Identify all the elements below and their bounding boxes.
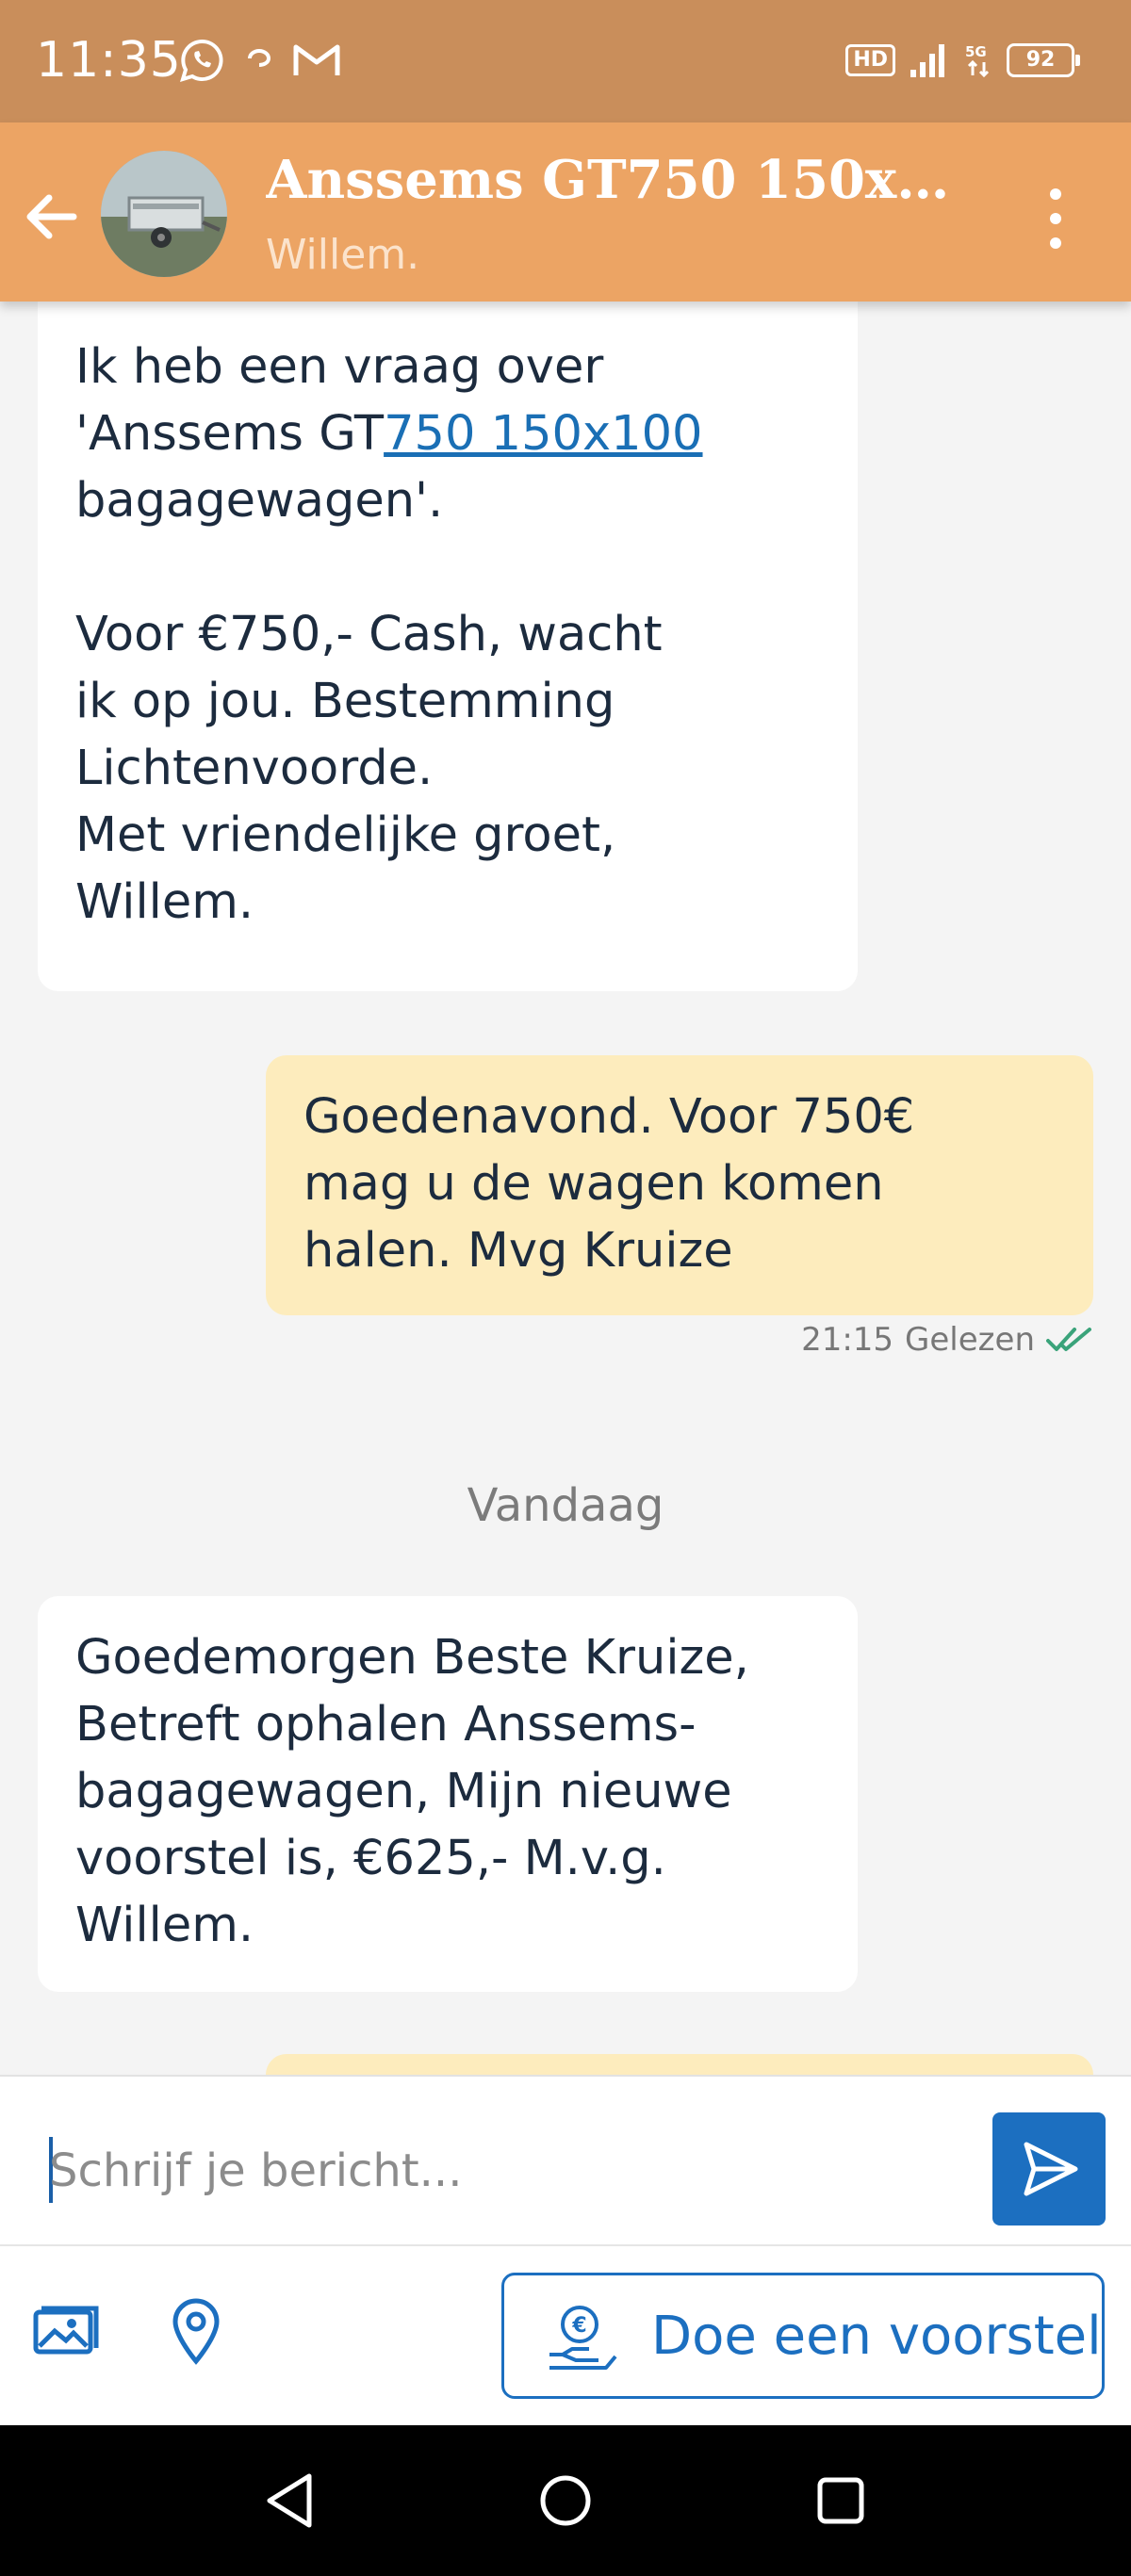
signal-icon xyxy=(910,44,944,77)
message-composer: Schrijf je bericht... xyxy=(0,2075,1131,2246)
message-line: halen. Mvg Kruize xyxy=(303,1223,733,1279)
send-button[interactable] xyxy=(992,2112,1106,2225)
svg-text:5G: 5G xyxy=(965,43,987,60)
nav-home-icon[interactable] xyxy=(528,2463,603,2538)
send-icon xyxy=(1024,2142,1078,2196)
message-line: Willem. xyxy=(75,874,254,930)
message-text: 'Anssems GT xyxy=(75,406,385,462)
nav-recents-icon[interactable] xyxy=(803,2463,878,2538)
message-status: Gelezen xyxy=(905,1321,1035,1359)
message-line: Lichtenvoorde. xyxy=(75,741,434,796)
mail-sync-icon xyxy=(248,49,271,67)
svg-text:€: € xyxy=(571,2314,586,2338)
action-bar: € Doe een voorstel xyxy=(0,2244,1131,2427)
message-time: 21:15 xyxy=(801,1321,894,1359)
message-list[interactable]: Ik heb een vraag over 'Anssems GT750 150… xyxy=(0,302,1131,2075)
system-navigation-bar xyxy=(0,2425,1131,2576)
listing-avatar[interactable] xyxy=(101,151,227,277)
battery-icon: 92 xyxy=(1007,43,1080,77)
message-line: Voor €750,- Cash, wacht xyxy=(75,607,663,662)
nav-back-icon[interactable] xyxy=(253,2463,328,2538)
hd-icon: HD xyxy=(845,44,895,76)
message-line: mag u de wagen komen xyxy=(303,1156,884,1212)
message-line: Goedemorgen Beste Kruize, xyxy=(75,1630,749,1686)
message-line: bagagewagen'. xyxy=(75,473,444,529)
euro-hand-icon: € xyxy=(549,2306,617,2370)
whatsapp-icon xyxy=(180,39,223,82)
outgoing-message: Goedenavond. Voor 750€ mag u de wagen ko… xyxy=(266,1055,1093,1315)
conversation-header: Anssems GT750 150x10... Willem. xyxy=(0,122,1131,302)
message-line: Goedenavond. Voor 750€ xyxy=(303,1089,915,1145)
message-line: voorstel is, €625,- M.v.g. xyxy=(75,1831,666,1886)
date-separator: Vandaag xyxy=(467,1479,664,1532)
message-line: bagagewagen, Mijn nieuwe xyxy=(75,1764,732,1819)
double-check-icon xyxy=(1046,1328,1091,1351)
arrow-left-icon[interactable] xyxy=(19,184,85,250)
message-line-empty xyxy=(75,534,820,601)
message-line-with-link: 'Anssems GT750 150x100 xyxy=(75,400,820,467)
message-line: Willem. xyxy=(75,1898,254,1953)
message-line: Betreft ophalen Anssems- xyxy=(75,1697,697,1753)
incoming-message: Ik heb een vraag over 'Anssems GT750 150… xyxy=(38,302,858,991)
conversation-title: Anssems GT750 150x10... xyxy=(266,149,963,211)
make-offer-label: Doe een voorstel xyxy=(651,2306,1102,2367)
message-input[interactable]: Schrijf je bericht... xyxy=(49,2144,462,2197)
message-line: ik op jou. Bestemming xyxy=(75,674,615,729)
trailer-photo xyxy=(101,151,227,277)
conversation-subtitle: Willem. xyxy=(266,231,420,279)
message-line: Met vriendelijke groet, xyxy=(75,807,616,863)
outgoing-message-partial xyxy=(266,2054,1093,2075)
make-offer-button[interactable]: € Doe een voorstel xyxy=(501,2273,1105,2399)
message-line: Ik heb een vraag over xyxy=(75,339,604,395)
more-vertical-icon[interactable] xyxy=(1037,181,1074,256)
image-gallery-icon[interactable] xyxy=(28,2293,104,2369)
incoming-message: Goedemorgen Beste Kruize, Betreft ophale… xyxy=(38,1596,858,1992)
message-meta: 21:15 Gelezen xyxy=(801,1321,1091,1359)
message-link[interactable]: 750 150x100 xyxy=(384,406,702,462)
status-time: 11:35 xyxy=(36,32,182,89)
gmail-icon xyxy=(293,44,340,75)
5g-icon: 5G xyxy=(965,43,990,78)
status-bar: 11:35 HD 5G 92 xyxy=(0,0,1131,122)
location-pin-icon[interactable] xyxy=(158,2293,234,2369)
